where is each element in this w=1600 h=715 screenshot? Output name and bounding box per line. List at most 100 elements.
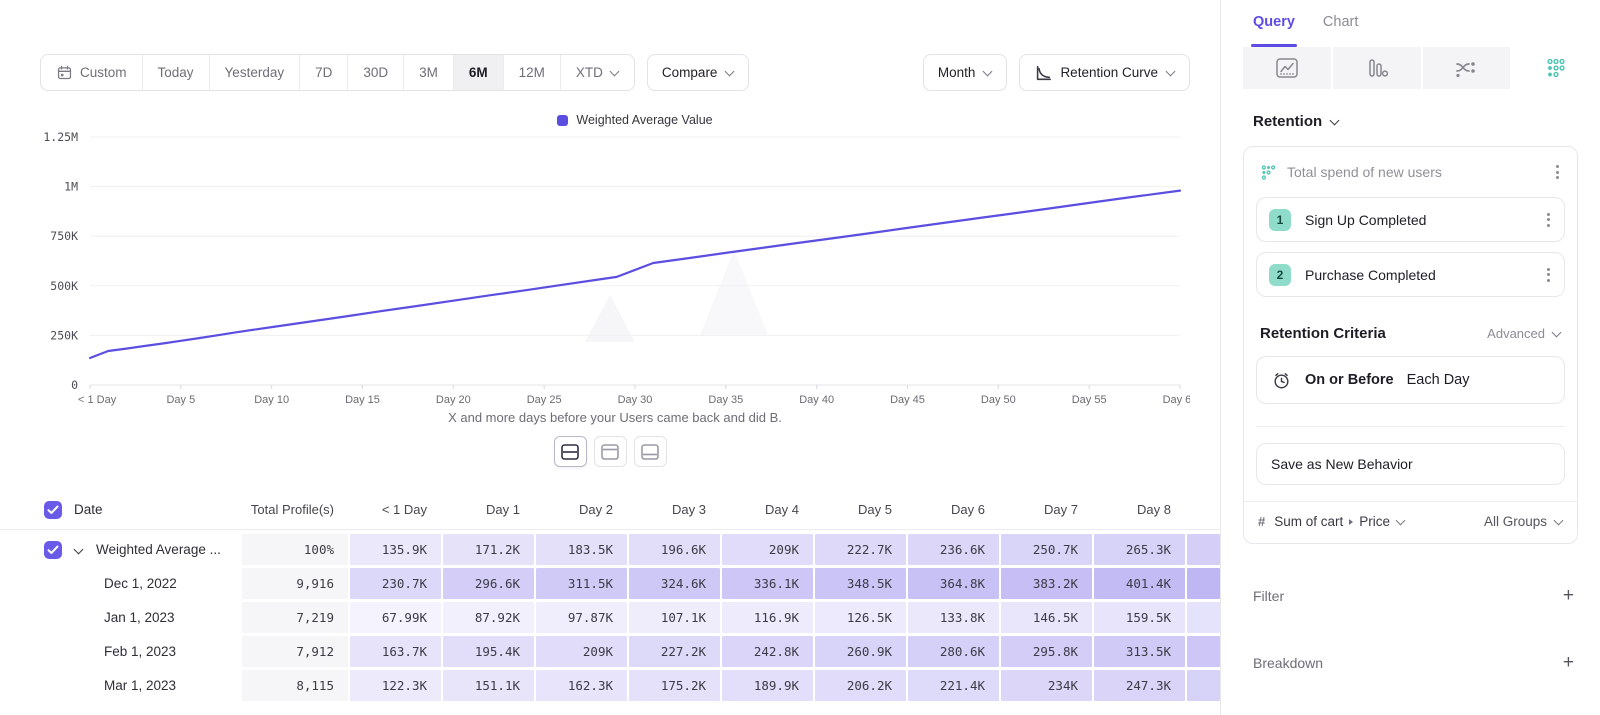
retention-value-cell[interactable]: 324.6K [629,568,720,599]
retention-value-cell[interactable]: 171.2K [443,534,534,565]
date-range-today[interactable]: Today [143,55,210,90]
select-all-checkbox[interactable] [44,501,62,519]
retention-condition-selector[interactable]: On or Before Each Day [1256,356,1565,404]
date-range-custom[interactable]: Custom [41,55,143,90]
retention-value-cell[interactable]: 87.92K [443,602,534,633]
save-as-new-behavior-button[interactable]: Save as New Behavior [1256,443,1565,485]
retention-value-cell[interactable]: 265.3K [1094,534,1185,565]
viz-type-retention-grid-button[interactable] [1512,47,1600,89]
retention-value-cell[interactable]: 242.8K [722,636,813,667]
total-profiles-cell: 8,115 [242,670,348,701]
retention-value-cell[interactable]: 296.6K [443,568,534,599]
viz-type-line-chart-button[interactable] [1243,47,1333,89]
retention-value-cell[interactable]: 401.4K [1094,568,1185,599]
retention-value-cell[interactable]: 221.4K [908,670,999,701]
retention-value-cell[interactable]: 151.1K [443,670,534,701]
row-label: Weighted Average ... [96,534,221,565]
criteria-mode-dropdown[interactable]: Advanced [1487,326,1561,341]
retention-value-cell[interactable]: 107.1K [629,602,720,633]
retention-value-cell[interactable]: 146.5K [1001,602,1092,633]
table-focus-view-icon [641,444,659,460]
retention-value-cell[interactable]: 260.9K [815,636,906,667]
date-range-yesterday[interactable]: Yesterday [210,55,301,90]
retention-value-cell[interactable]: 116.9K [722,602,813,633]
retention-value-cell[interactable]: 67.99K [350,602,441,633]
day-column-header: Day 6 [908,502,999,517]
retention-value-cell[interactable]: 247.3K [1094,670,1185,701]
date-range-12m[interactable]: 12M [504,55,561,90]
kebab-menu-icon[interactable] [1552,161,1563,183]
retention-value-cell[interactable]: 183.5K [536,534,627,565]
retention-value-cell[interactable]: 195.4K [443,636,534,667]
retention-value-cell[interactable]: 311.5K [536,568,627,599]
behavior-card: Total spend of new users 1Sign Up Comple… [1243,146,1578,544]
expand-row-chevron-icon[interactable] [74,545,84,555]
date-range-30d[interactable]: 30D [348,55,404,90]
clipped-value-cell[interactable] [1187,636,1220,667]
retention-value-cell[interactable]: 222.7K [815,534,906,565]
retention-value-cell[interactable]: 236.6K [908,534,999,565]
retention-value-cell[interactable]: 348.5K [815,568,906,599]
clipped-value-cell[interactable] [1187,534,1220,565]
groups-dropdown[interactable]: All Groups [1484,514,1563,529]
retention-value-cell[interactable]: 209K [722,534,813,565]
svg-text:500K: 500K [50,279,78,293]
date-range-6m[interactable]: 6M [454,55,504,90]
retention-value-cell[interactable]: 250.7K [1001,534,1092,565]
add-filter-button[interactable]: + [1563,586,1574,605]
retention-value-cell[interactable]: 135.9K [350,534,441,565]
chart-type-button[interactable]: Retention Curve [1019,54,1190,91]
chart-focus-view-toggle[interactable] [594,436,627,467]
viz-type-bar-chart-button[interactable] [1333,47,1423,89]
kebab-menu-icon[interactable] [1543,264,1554,286]
table-row: Mar 1, 20238,115122.3K151.1K162.3K175.2K… [0,670,1220,701]
retention-value-cell[interactable]: 175.2K [629,670,720,701]
measurement-property-dropdown[interactable]: Sum of cart Price [1274,514,1475,529]
retention-value-cell[interactable]: 227.2K [629,636,720,667]
day-column-header: Day 1 [443,502,534,517]
breakdown-row: Breakdown + [1253,653,1574,672]
tab-chart[interactable]: Chart [1323,14,1358,47]
retention-value-cell[interactable]: 133.8K [908,602,999,633]
svg-text:Day 45: Day 45 [890,394,925,406]
chevron-down-icon [983,68,992,77]
tab-query[interactable]: Query [1253,14,1295,47]
clipped-value-cell[interactable] [1187,670,1220,701]
retention-value-cell[interactable]: 163.7K [350,636,441,667]
viz-type-flow-button[interactable] [1423,47,1513,89]
date-range-xtd[interactable]: XTD [561,55,634,90]
date-range-7d[interactable]: 7D [300,55,348,90]
behavior-step-1[interactable]: 1Sign Up Completed [1256,197,1565,242]
retention-value-cell[interactable]: 295.8K [1001,636,1092,667]
retention-curve-chart[interactable]: 0250K500K750K1M1.25M< 1 DayDay 5Day 10Da… [40,123,1190,415]
retention-value-cell[interactable]: 126.5K [815,602,906,633]
clipped-value-cell[interactable] [1187,602,1220,633]
behavior-step-2[interactable]: 2Purchase Completed [1256,252,1565,297]
retention-value-cell[interactable]: 280.6K [908,636,999,667]
retention-value-cell[interactable]: 336.1K [722,568,813,599]
retention-value-cell[interactable]: 162.3K [536,670,627,701]
retention-value-cell[interactable]: 122.3K [350,670,441,701]
granularity-button[interactable]: Month [923,54,1008,91]
retention-value-cell[interactable]: 234K [1001,670,1092,701]
date-range-3m[interactable]: 3M [404,55,454,90]
retention-value-cell[interactable]: 189.9K [722,670,813,701]
retention-value-cell[interactable]: 230.7K [350,568,441,599]
retention-value-cell[interactable]: 383.2K [1001,568,1092,599]
retention-value-cell[interactable]: 209K [536,636,627,667]
retention-value-cell[interactable]: 196.6K [629,534,720,565]
retention-value-cell[interactable]: 313.5K [1094,636,1185,667]
kebab-menu-icon[interactable] [1543,209,1554,231]
compare-button[interactable]: Compare [647,54,750,91]
clipped-value-cell[interactable] [1187,568,1220,599]
retention-value-cell[interactable]: 364.8K [908,568,999,599]
split-view-toggle[interactable] [554,436,587,467]
analysis-type-dropdown[interactable]: Retention [1253,113,1600,130]
row-checkbox[interactable] [44,541,62,559]
table-focus-view-toggle[interactable] [634,436,667,467]
retention-value-cell[interactable]: 159.5K [1094,602,1185,633]
chart-x-axis-caption: X and more days before your Users came b… [40,410,1190,425]
retention-value-cell[interactable]: 206.2K [815,670,906,701]
retention-value-cell[interactable]: 97.87K [536,602,627,633]
add-breakdown-button[interactable]: + [1563,653,1574,672]
